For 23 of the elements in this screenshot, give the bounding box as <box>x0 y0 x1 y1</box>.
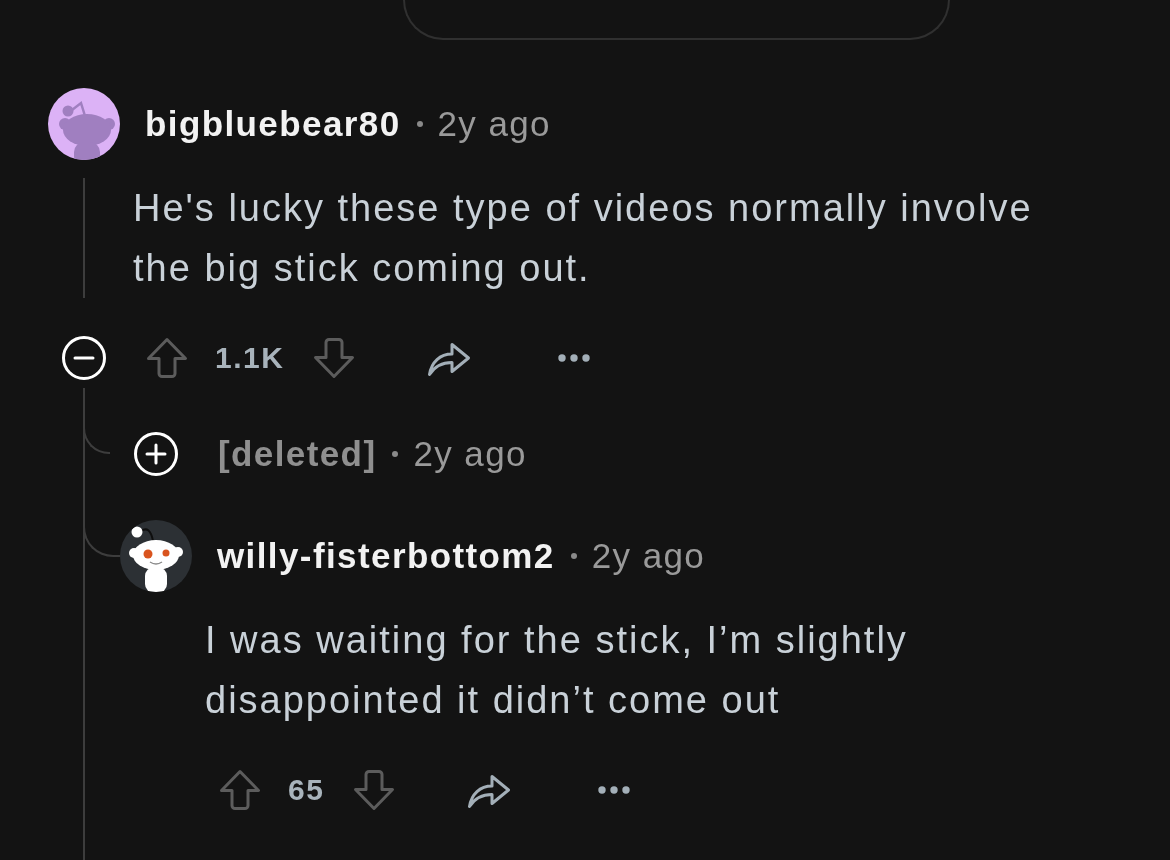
separator-dot-icon <box>416 121 423 127</box>
more-icon[interactable] <box>558 354 591 362</box>
comment-text: I was waiting for the stick, I’m slightly disappointed it didn’t come out <box>205 618 909 723</box>
post-age: 2y ago <box>413 433 527 475</box>
separator-dot-icon <box>570 553 577 559</box>
username-link[interactable]: [deleted] <box>218 433 377 475</box>
collapse-icon[interactable] <box>61 335 107 381</box>
more-icon[interactable] <box>598 786 631 794</box>
upvote-icon[interactable] <box>145 336 189 380</box>
post-age: 2y ago <box>591 535 706 577</box>
downvote-icon[interactable] <box>312 336 357 380</box>
avatar <box>48 88 120 160</box>
vote-count: 1.1K <box>215 340 285 376</box>
separator-dot-icon <box>392 451 399 457</box>
avatar <box>120 520 192 592</box>
vote-count: 65 <box>288 772 325 808</box>
upvote-icon[interactable] <box>218 768 262 812</box>
username-link[interactable]: bigbluebear80 <box>145 103 401 145</box>
username-link[interactable]: willy-fisterbottom2 <box>217 535 555 577</box>
comment-text: He's lucky these type of videos normally involve the big stick coming out. <box>133 186 1034 291</box>
expand-icon[interactable] <box>133 431 179 477</box>
downvote-icon[interactable] <box>352 768 397 812</box>
post-age: 2y ago <box>437 103 551 145</box>
